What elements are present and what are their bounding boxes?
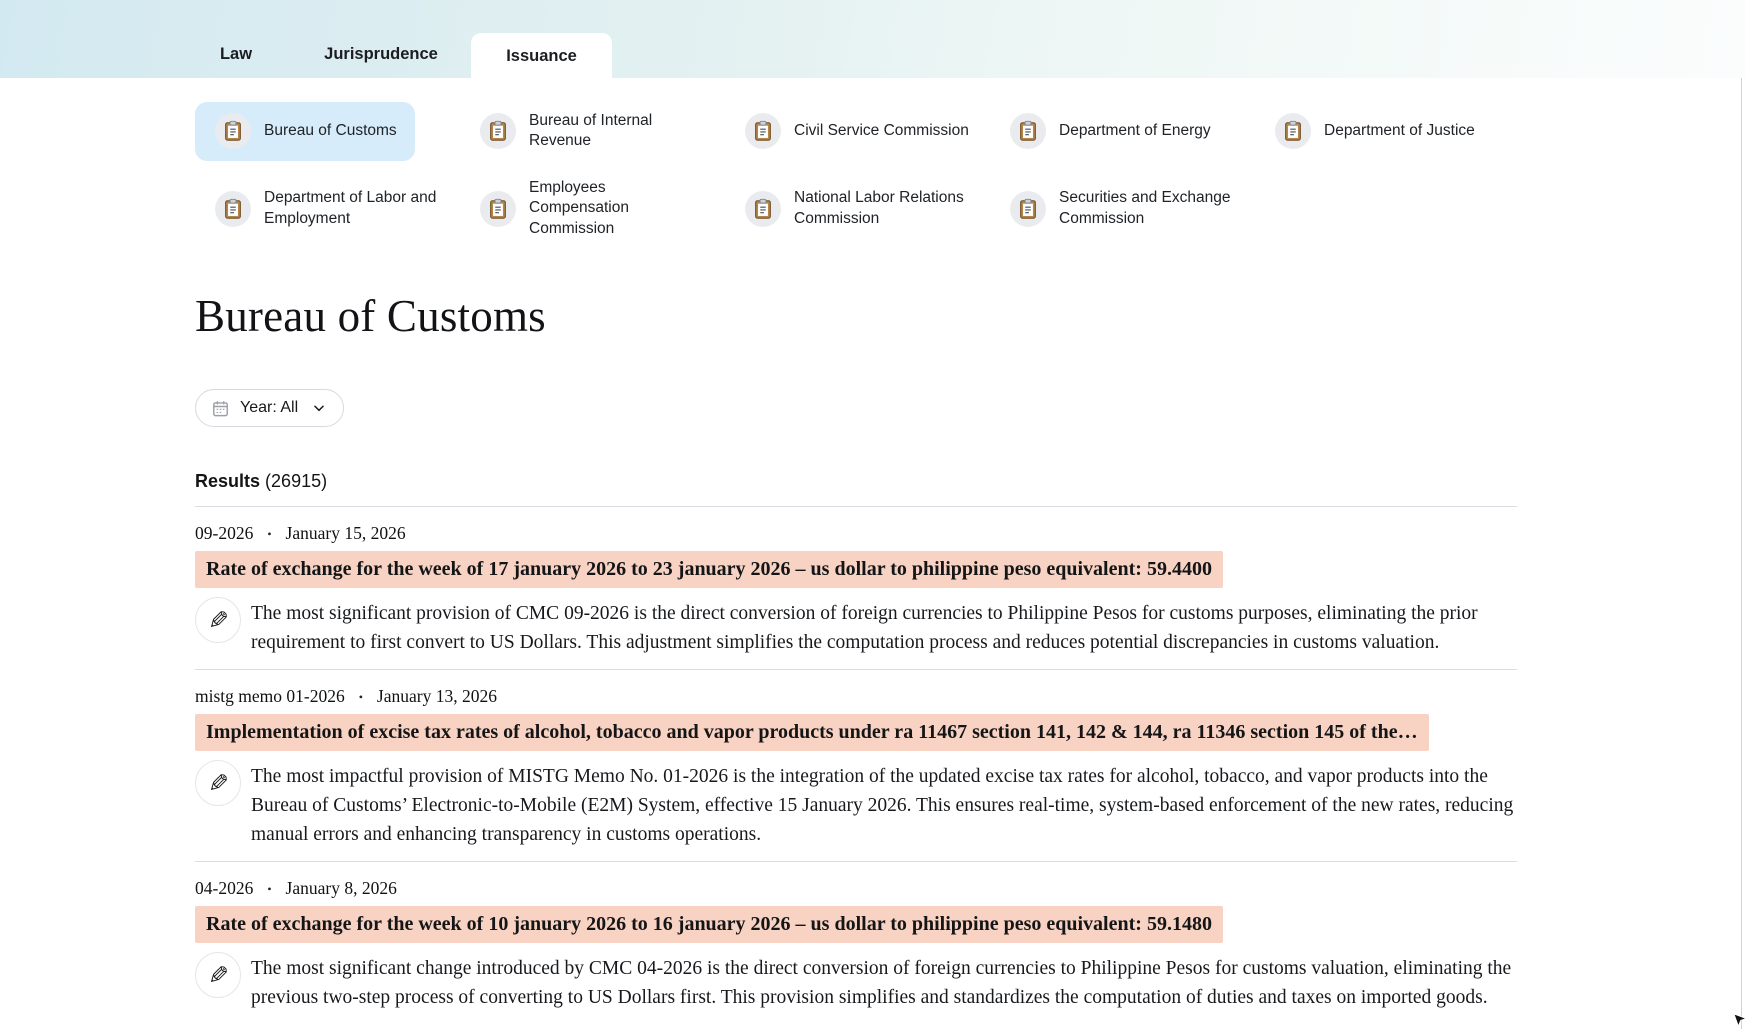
tab-issuance[interactable]: Issuance: [471, 33, 612, 79]
result-title-link[interactable]: Rate of exchange for the week of 10 janu…: [195, 906, 1223, 944]
result-date: January 8, 2026: [285, 878, 397, 899]
result-item: 04-2026 • January 8, 2026 Rate of exchan…: [195, 862, 1517, 1024]
year-filter-label: Year: All: [240, 399, 299, 417]
clipboard-icon: [215, 113, 251, 150]
result-summary: The most impactful provision of MISTG Me…: [251, 766, 1514, 846]
agency-item-department-of-labor-and-employment[interactable]: Department of Labor and Employment: [195, 169, 460, 248]
agency-item-department-of-justice[interactable]: Department of Justice: [1255, 102, 1493, 161]
results-count: (26915): [265, 471, 328, 492]
result-item: mistg memo 01-2026 • January 13, 2026 Im…: [195, 670, 1517, 863]
result-date: January 15, 2026: [285, 523, 406, 544]
scrollbar[interactable]: [1741, 78, 1745, 1029]
agency-label: Department of Labor and Employment: [264, 189, 437, 227]
agency-label: Bureau of Internal Revenue: [529, 112, 653, 150]
year-filter-dropdown[interactable]: Year: All: [195, 389, 345, 428]
agency-item-securities-and-exchange-commission[interactable]: Securities and Exchange Commission: [990, 169, 1255, 248]
clipboard-icon: [1010, 190, 1046, 227]
agency-label: Department of Justice: [1324, 122, 1475, 140]
results-label: Results: [195, 471, 261, 492]
clipboard-icon: [480, 190, 516, 227]
tab-jurisprudence[interactable]: Jurisprudence: [301, 45, 461, 64]
results-list: 09-2026 • January 15, 2026 Rate of excha…: [195, 506, 1517, 1024]
result-summary: The most significant change introduced b…: [251, 958, 1512, 1009]
result-number: 09-2026: [195, 523, 254, 544]
bullet-separator: •: [358, 689, 363, 704]
agency-item-department-of-energy[interactable]: Department of Energy: [990, 102, 1229, 161]
agency-label: National Labor Relations Commission: [794, 189, 964, 227]
top-tab-bar: Law Jurisprudence Issuance: [0, 0, 1745, 79]
agency-item-civil-service-commission[interactable]: Civil Service Commission: [725, 102, 987, 161]
agency-label: Bureau of Customs: [264, 122, 397, 140]
clipboard-icon: [215, 190, 251, 227]
main-content: Bureau of Customs Year: All Results (269…: [195, 290, 1517, 1024]
mouse-cursor: [1733, 1013, 1745, 1029]
agency-item-national-labor-relations-commission[interactable]: National Labor Relations Commission: [725, 169, 990, 248]
result-header: 04-2026 • January 8, 2026: [195, 878, 1517, 899]
calendar-icon: [211, 399, 230, 418]
clipboard-icon: [1275, 113, 1311, 150]
pen-icon: ✎: [195, 952, 241, 999]
clipboard-icon: [745, 113, 781, 150]
result-summary-row: ✎ The most significant change introduced…: [195, 952, 1517, 1012]
chevron-down-icon: [312, 401, 326, 415]
clipboard-icon: [745, 190, 781, 227]
result-summary-row: ✎ The most significant provision of CMC …: [195, 597, 1517, 657]
bullet-separator: •: [267, 526, 272, 541]
results-count-line: Results (26915): [195, 471, 1517, 492]
result-title-link[interactable]: Rate of exchange for the week of 17 janu…: [195, 551, 1223, 589]
clipboard-icon: [1010, 113, 1046, 150]
result-header: 09-2026 • January 15, 2026: [195, 523, 1517, 544]
agency-item-employees-compensation-commission[interactable]: Employees Compensation Commission: [460, 169, 725, 248]
tab-law[interactable]: Law: [200, 45, 272, 64]
pen-icon: ✎: [195, 597, 241, 644]
result-title-link[interactable]: Implementation of excise tax rates of al…: [195, 714, 1429, 752]
clipboard-icon: [480, 113, 516, 150]
agency-item-bureau-of-customs[interactable]: Bureau of Customs: [195, 102, 415, 161]
pen-icon: ✎: [195, 760, 241, 807]
agency-grid: Bureau of Customs Bureau of Internal Rev…: [195, 102, 1745, 248]
bullet-separator: •: [267, 881, 272, 896]
result-item: 09-2026 • January 15, 2026 Rate of excha…: [195, 507, 1517, 671]
agency-label: Department of Energy: [1059, 122, 1211, 140]
page-title: Bureau of Customs: [195, 291, 546, 342]
agency-label: Employees Compensation Commission: [529, 178, 629, 237]
result-date: January 13, 2026: [376, 686, 497, 707]
result-number: mistg memo 01-2026: [195, 686, 345, 707]
result-summary-row: ✎ The most impactful provision of MISTG …: [195, 760, 1517, 849]
result-number: 04-2026: [195, 878, 254, 899]
agency-label: Securities and Exchange Commission: [1059, 189, 1231, 227]
result-header: mistg memo 01-2026 • January 13, 2026: [195, 686, 1517, 707]
result-summary: The most significant provision of CMC 09…: [251, 603, 1478, 654]
agency-item-bureau-of-internal-revenue[interactable]: Bureau of Internal Revenue: [460, 102, 725, 161]
agency-label: Civil Service Commission: [794, 122, 969, 140]
